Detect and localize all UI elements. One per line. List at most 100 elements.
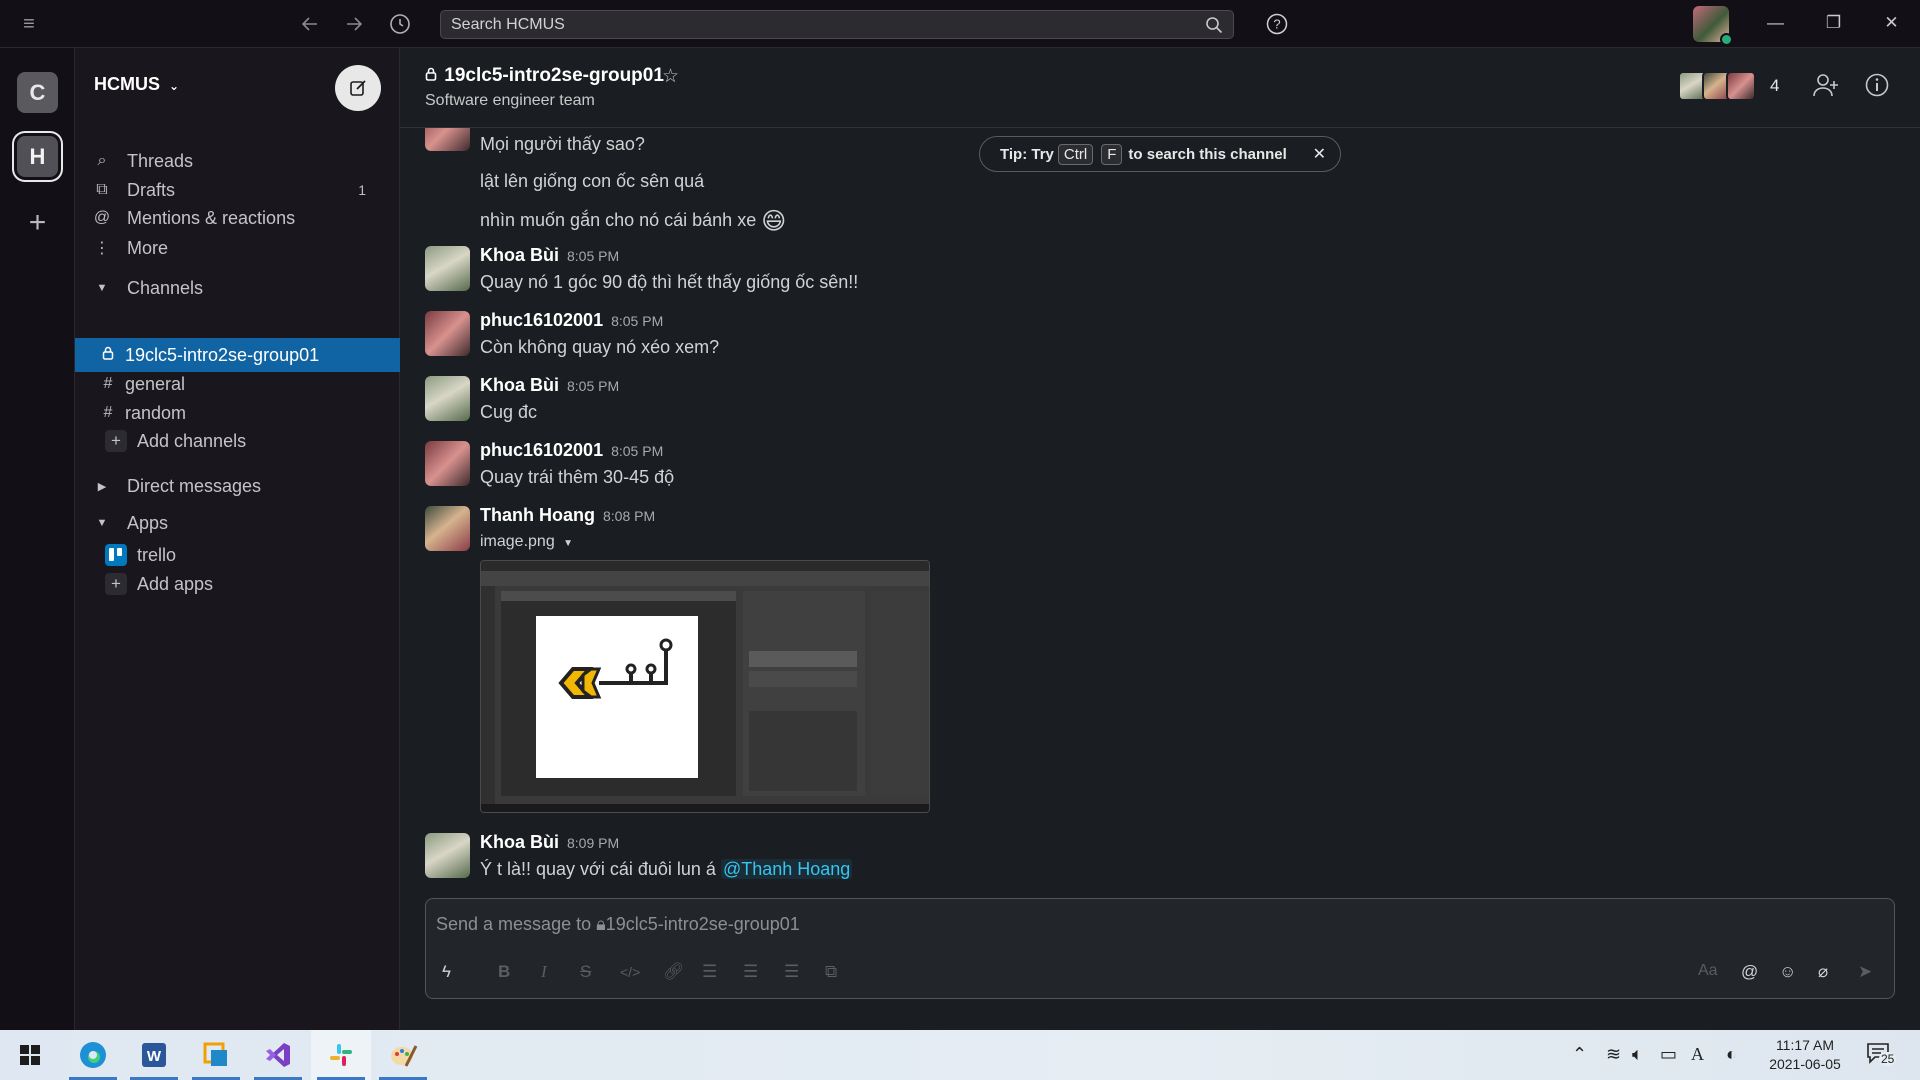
battery-icon[interactable]: ▭ — [1660, 1044, 1677, 1065]
message-composer[interactable]: Send a message to 🔒︎19clc5-intro2se-grou… — [425, 898, 1895, 999]
workspace-name-button[interactable]: HCMUS ⌄ — [94, 74, 179, 95]
avatar[interactable] — [425, 441, 470, 486]
workspace-h[interactable]: H — [17, 136, 58, 177]
avatar[interactable] — [425, 376, 470, 421]
user-avatar[interactable] — [1693, 6, 1733, 46]
message-list[interactable]: Mọi người thấy sao? lật lên giống con ốc… — [400, 128, 1920, 888]
add-workspace-icon[interactable]: + — [0, 206, 75, 240]
workspace-c[interactable]: C — [17, 72, 58, 113]
system-clock[interactable]: 11:17 AM 2021-06-05 — [1765, 1036, 1845, 1074]
sender-name[interactable]: phuc16102001 — [480, 440, 603, 460]
italic-icon[interactable]: I — [541, 962, 547, 982]
ordered-list-icon[interactable]: ☰ — [702, 962, 717, 982]
search-icon — [1206, 16, 1223, 33]
message-body: Ý t là!! quay với cái đuôi lun á @Thanh … — [480, 859, 853, 880]
emoji-icon[interactable]: ☺ — [1779, 962, 1796, 982]
composer-placeholder[interactable]: Send a message to 🔒︎19clc5-intro2se-grou… — [436, 914, 800, 935]
send-icon[interactable]: ➤ — [1858, 962, 1872, 982]
volume-icon[interactable]: 🔈︎ — [1632, 1044, 1643, 1065]
minimize-button[interactable]: — — [1747, 0, 1804, 46]
image-attachment[interactable] — [480, 560, 930, 813]
sidebar-item-label: More — [127, 237, 169, 258]
channel-topic[interactable]: Software engineer team — [425, 92, 595, 110]
restore-button[interactable]: ❐ — [1805, 0, 1862, 46]
sender-name[interactable]: Thanh Hoang — [480, 505, 595, 525]
avatar[interactable] — [425, 311, 470, 356]
channels-section-header[interactable]: ▼ Channels — [75, 271, 400, 305]
caret-down-icon: ▼ — [96, 517, 108, 529]
message-time[interactable]: 8:05 PM — [611, 443, 663, 459]
remote-desktop-icon[interactable] — [186, 1030, 246, 1080]
code-block-icon[interactable]: ⧉ — [825, 962, 837, 982]
blockquote-icon[interactable]: ☰ — [784, 962, 799, 982]
back-arrow-icon[interactable] — [294, 0, 326, 48]
bulleted-list-icon[interactable]: ☰ — [743, 962, 758, 982]
channel-label: 19clc5-intro2se-group01 — [125, 344, 320, 365]
member-avatar — [1726, 71, 1756, 101]
sender-name[interactable]: phuc16102001 — [480, 310, 603, 330]
plus-icon: + — [105, 573, 127, 595]
avatar[interactable] — [425, 246, 470, 291]
vpn-shield-icon[interactable]: ◐ — [1726, 1044, 1737, 1065]
channel-label: random — [125, 402, 187, 423]
help-icon[interactable]: ? — [1262, 0, 1292, 48]
message-time[interactable]: 8:05 PM — [567, 248, 619, 264]
message-time[interactable]: 8:09 PM — [567, 835, 619, 851]
sidebar-item-more[interactable]: ⋮ More — [75, 231, 400, 265]
apps-section-header[interactable]: ▼ Apps — [75, 506, 400, 540]
sidebar-item-mentions[interactable]: @ Mentions & reactions — [75, 201, 400, 235]
avatar[interactable] — [425, 833, 470, 878]
input-language-icon[interactable]: A — [1691, 1044, 1704, 1065]
svg-text:W: W — [147, 1048, 162, 1065]
paint-icon[interactable] — [373, 1030, 433, 1080]
compose-button[interactable] — [335, 65, 381, 111]
mention-at-icon[interactable]: @ — [1741, 962, 1758, 982]
message-text: Quay trái thêm 30-45 độ — [480, 467, 675, 487]
message-time[interactable]: 8:08 PM — [603, 508, 655, 524]
close-window-button[interactable]: ✕ — [1863, 0, 1920, 46]
hamburger-menu-icon[interactable]: ≡ — [14, 0, 44, 48]
link-icon[interactable]: 🔗︎ — [663, 962, 685, 982]
star-icon[interactable]: ☆ — [662, 65, 679, 88]
show-hidden-icons-chevron-icon[interactable]: ⌃ — [1572, 1044, 1587, 1065]
avatar[interactable] — [425, 506, 470, 551]
bold-icon[interactable]: B — [498, 962, 510, 982]
history-clock-icon[interactable] — [384, 0, 416, 48]
search-bar[interactable]: Search HCMUS — [440, 10, 1234, 39]
sender-name[interactable]: Khoa Bùi — [480, 375, 559, 395]
search-placeholder: Search HCMUS — [451, 15, 565, 33]
code-icon[interactable]: </> — [620, 964, 640, 980]
tip-prefix: Tip: Try — [1000, 145, 1054, 163]
edge-browser-icon[interactable] — [63, 1030, 123, 1080]
forward-arrow-icon[interactable] — [338, 0, 370, 48]
add-apps-button[interactable]: + Add apps — [75, 567, 400, 601]
channel-details-icon[interactable] — [1864, 72, 1890, 103]
message-time[interactable]: 8:05 PM — [567, 378, 619, 394]
action-center-button[interactable]: 25 — [1866, 1042, 1906, 1070]
user-mention-link[interactable]: @Thanh Hoang — [720, 859, 853, 879]
visual-studio-icon[interactable] — [248, 1030, 308, 1080]
wifi-icon[interactable]: ≋ — [1606, 1044, 1621, 1065]
sender-name[interactable]: Khoa Bùi — [480, 245, 559, 265]
attachment-paperclip-icon[interactable]: ⌀ — [1818, 962, 1828, 982]
windows-start-icon[interactable] — [0, 1030, 60, 1080]
close-icon[interactable]: ✕ — [1313, 144, 1326, 164]
direct-messages-section-header[interactable]: ▶ Direct messages — [75, 469, 400, 503]
clock-time: 11:17 AM — [1775, 1037, 1835, 1053]
add-channels-button[interactable]: + Add channels — [75, 424, 400, 458]
message-time[interactable]: 8:05 PM — [611, 313, 663, 329]
strikethrough-icon[interactable]: S — [580, 962, 591, 982]
notification-count: 25 — [1879, 1052, 1897, 1066]
formatting-toggle-icon[interactable]: Aa — [1698, 962, 1718, 980]
file-name-toggle[interactable]: image.png ▼ — [480, 533, 573, 551]
word-icon[interactable]: W — [124, 1030, 184, 1080]
shortcuts-lightning-icon[interactable]: ϟ — [442, 962, 451, 982]
caret-down-icon: ▼ — [563, 538, 574, 549]
message-text-with-emoji: nhìn muốn gắn cho nó cái bánh xe 😄 — [480, 207, 786, 236]
add-member-icon[interactable] — [1812, 72, 1840, 103]
avatar[interactable] — [425, 128, 470, 151]
channel-title-button[interactable]: 19clc5-intro2se-group01 — [425, 65, 664, 87]
sender-name[interactable]: Khoa Bùi — [480, 832, 559, 852]
member-count[interactable]: 4 — [1770, 76, 1779, 96]
slack-icon[interactable] — [311, 1030, 371, 1080]
